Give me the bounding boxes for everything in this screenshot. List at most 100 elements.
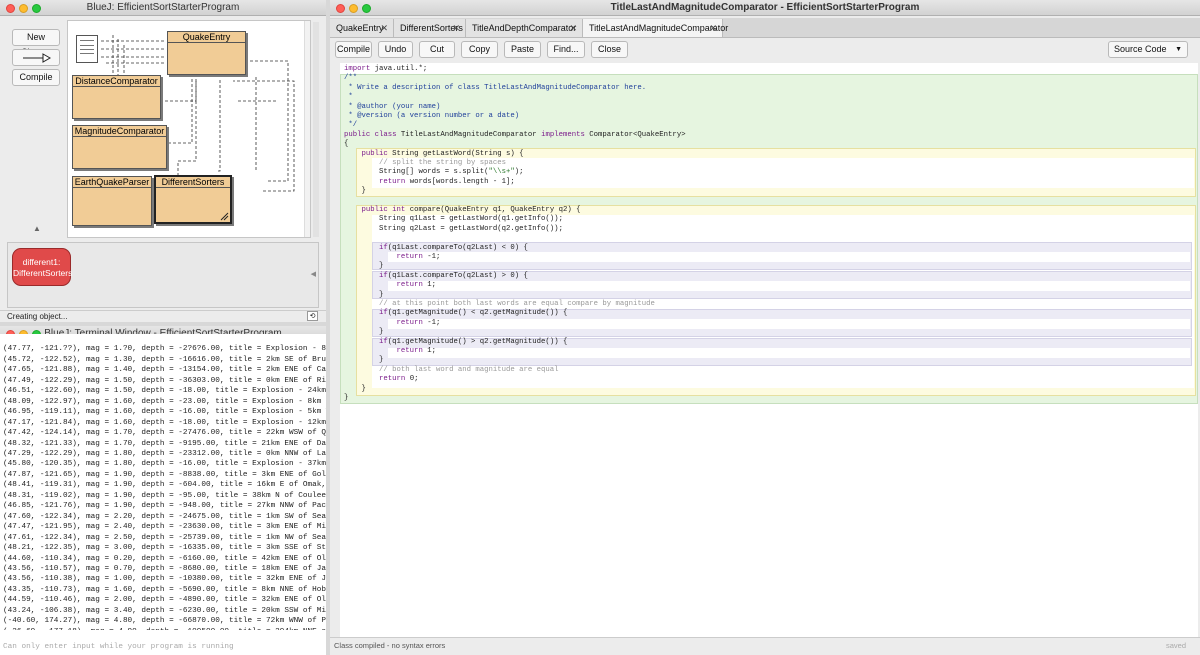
- code-keyword: if: [379, 271, 388, 280]
- bluej-main-window: BlueJ: EfficientSortStarterProgram New C…: [0, 0, 326, 322]
- readme-file-icon[interactable]: [76, 35, 98, 63]
- code-text: (q1.getMagnitude() > q2.getMagnitude()) …: [387, 337, 568, 346]
- close-icon[interactable]: [6, 4, 15, 13]
- terminal-line: (47.87, -121.65), mag = 1.90, depth = -8…: [3, 470, 326, 479]
- diagram-scroll-track[interactable]: [313, 22, 319, 237]
- tab-differentsorters[interactable]: DifferentSorters ✕: [394, 19, 466, 37]
- close-tab-icon[interactable]: ✕: [569, 19, 577, 37]
- bluej-status-text: Creating object...: [7, 312, 68, 321]
- tab-quakeentry[interactable]: QuakeEntry ✕: [330, 19, 394, 37]
- code-text: 1;: [422, 347, 436, 355]
- bluej-main-titlebar: BlueJ: EfficientSortStarterProgram: [0, 0, 326, 16]
- object-bench: different1: DifferentSorters ◀: [7, 242, 319, 308]
- terminal-line: (43.56, -110.38), mag = 1.00, depth = -1…: [3, 575, 326, 584]
- terminal-line: (45.80, -120.35), mag = 1.80, depth = -1…: [3, 460, 326, 469]
- code-string: "\\s+": [488, 168, 515, 177]
- find-button[interactable]: Find...: [547, 41, 585, 58]
- class-name: DistanceComparator: [73, 76, 160, 87]
- terminal-output[interactable]: (47.77, -121.??), mag = 1.?0, depth = -2…: [0, 334, 326, 630]
- code-line: }: [344, 393, 348, 403]
- view-select-value: Source Code: [1114, 44, 1167, 54]
- code-line: * @version (a version number or a date): [344, 111, 519, 121]
- object-differentsorters[interactable]: different1: DifferentSorters: [12, 248, 72, 286]
- code-text: );: [514, 168, 524, 177]
- class-differentsorters[interactable]: DifferentSorters: [154, 175, 232, 224]
- reset-vm-icon[interactable]: ⟲: [307, 311, 318, 321]
- code-text: }: [379, 328, 384, 337]
- code-text: String q1Last = getLastWord(q1.getInfo()…: [379, 215, 563, 224]
- code-keyword: implements: [541, 130, 585, 139]
- code-comment: */: [344, 121, 358, 130]
- view-select-dropdown[interactable]: Source Code ▼: [1108, 41, 1188, 58]
- tab-titlelastandmagnitudecomparator[interactable]: TitleLastAndMagnitudeComparator ✕: [583, 19, 728, 37]
- terminal-line: (46.95, -119.11), mag = 1.60, depth = -1…: [3, 408, 326, 417]
- code-text: TitleLastAndMagnitudeComparator: [396, 130, 542, 139]
- terminal-line: (-26.69, -177.18), mag = 4.90, depth = -…: [3, 627, 326, 630]
- terminal-line: (43.56, -110.57), mag = 0.70, depth = -8…: [3, 564, 326, 573]
- class-name: EarthQuakeParser: [73, 177, 151, 188]
- close-tab-icon[interactable]: ✕: [452, 19, 460, 37]
- class-quakeentry[interactable]: QuakeEntry: [167, 31, 246, 75]
- new-arrow-button[interactable]: [12, 49, 60, 66]
- class-name: MagnitudeComparator: [73, 126, 166, 137]
- class-magnitudecomparator[interactable]: MagnitudeComparator: [72, 125, 167, 169]
- code-comment: * @author (your name): [344, 102, 441, 111]
- new-class-button[interactable]: New Class...: [12, 29, 60, 57]
- code-text: words[words.length - 1];: [405, 177, 515, 186]
- minimize-icon[interactable]: [349, 4, 358, 13]
- scrollbar-right[interactable]: [304, 21, 310, 237]
- code-keyword: public class: [344, 130, 397, 139]
- copy-button[interactable]: Copy: [461, 41, 498, 58]
- code-keyword: return: [396, 318, 423, 327]
- compile-project-button[interactable]: Compile: [12, 69, 60, 86]
- terminal-line: (43.35, -110.73), mag = 1.60, depth = -5…: [3, 585, 326, 594]
- terminal-line: (47.47, -121.95), mag = 2.40, depth = -2…: [3, 523, 326, 532]
- compile-status-text: Class compiled - no syntax errors: [334, 641, 446, 650]
- code-keyword: if: [379, 243, 388, 252]
- code-keyword: return: [379, 375, 406, 384]
- code-text: }: [379, 262, 384, 271]
- minimize-icon[interactable]: [19, 4, 28, 13]
- compile-button[interactable]: Compile: [335, 41, 372, 58]
- class-diagram: QuakeEntry DistanceComparator MagnitudeC…: [67, 20, 311, 238]
- bench-scroll-arrow-icon[interactable]: ◀: [311, 270, 316, 278]
- tab-titleanddepthcomparator[interactable]: TitleAndDepthComparator ✕: [466, 19, 583, 37]
- close-tab-icon[interactable]: ✕: [709, 19, 717, 37]
- close-tab-icon[interactable]: ✕: [380, 19, 388, 37]
- zoom-icon[interactable]: [362, 4, 371, 13]
- undo-button[interactable]: Undo: [378, 41, 413, 58]
- paste-button[interactable]: Paste: [504, 41, 541, 58]
- if-body-2: [388, 281, 1190, 291]
- terminal-line: (47.49, -122.29), mag = 1.50, depth = -3…: [3, 376, 326, 385]
- terminal-line: (48.41, -119.31), mag = 1.90, depth = -6…: [3, 481, 326, 490]
- zoom-icon[interactable]: [32, 4, 41, 13]
- code-text: }: [379, 290, 384, 299]
- cut-button[interactable]: Cut: [419, 41, 455, 58]
- saved-indicator: saved: [1165, 641, 1186, 650]
- code-line: }: [344, 186, 366, 196]
- class-earthquakeparser[interactable]: EarthQuakeParser: [72, 176, 152, 226]
- code-editor[interactable]: import java.util.*; /** * Write a descrip…: [340, 63, 1198, 637]
- code-keyword: return: [396, 253, 423, 261]
- code-comment: *: [344, 93, 353, 102]
- tab-label: QuakeEntry: [336, 23, 384, 33]
- close-icon[interactable]: [336, 4, 345, 13]
- close-editor-button[interactable]: Close: [591, 41, 628, 58]
- code-keyword: import: [344, 65, 371, 73]
- scroll-up-arrow-icon[interactable]: ▲: [33, 224, 41, 233]
- terminal-input-hint: Can only enter input while your program …: [3, 643, 234, 651]
- status-bar: Class compiled - no syntax errors saved: [330, 637, 1200, 655]
- class-distancecomparator[interactable]: DistanceComparator: [72, 75, 161, 119]
